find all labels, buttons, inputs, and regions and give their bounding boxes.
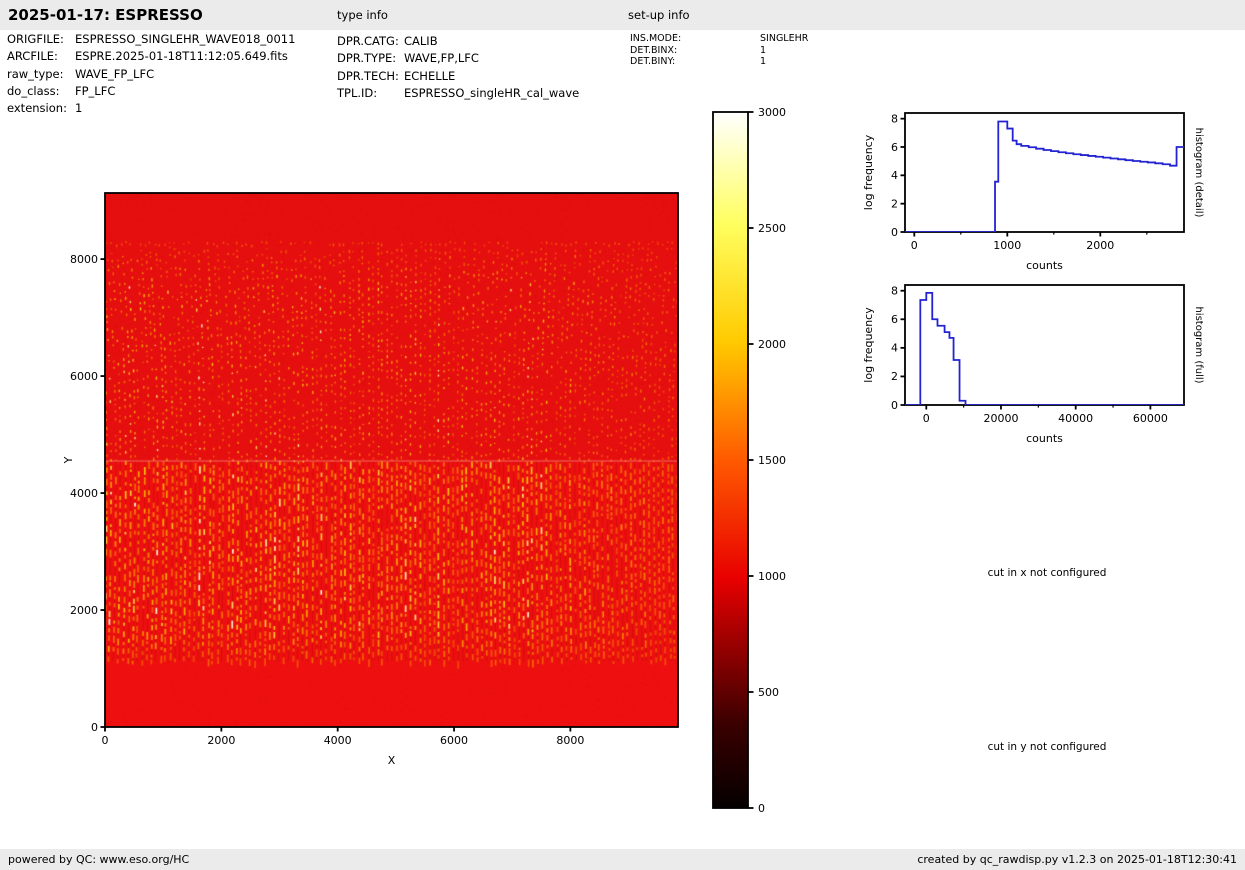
type-info-value: ECHELLE <box>404 69 455 83</box>
type-info-label: TPL.ID: <box>337 85 404 102</box>
svg-text:6: 6 <box>891 141 898 154</box>
file-info-value: ESPRE.2025-01-18T11:12:05.649.fits <box>75 49 288 63</box>
setup-info-header: set-up info <box>628 0 690 30</box>
setup-info-row: INS.MODE:SINGLEHR <box>630 33 808 45</box>
svg-text:4000: 4000 <box>70 487 98 500</box>
page-title: 2025-01-17: ESPRESSO <box>8 0 203 30</box>
type-info-value: CALIB <box>404 34 438 48</box>
file-info-row: raw_type:WAVE_FP_LFC <box>7 66 295 83</box>
svg-text:1000: 1000 <box>758 570 786 583</box>
svg-text:counts: counts <box>1026 259 1063 272</box>
file-info-row: extension:1 <box>7 100 295 117</box>
footer-created-by: created by qc_rawdisp.py v1.2.3 on 2025-… <box>917 849 1237 870</box>
svg-text:8: 8 <box>891 285 898 298</box>
svg-text:histogram (full): histogram (full) <box>1193 306 1204 383</box>
hist_full-line <box>905 293 1184 405</box>
svg-text:20000: 20000 <box>983 412 1018 425</box>
setup-info-label: INS.MODE: <box>630 33 760 45</box>
setup-info-value: SINGLEHR <box>760 33 808 44</box>
svg-text:500: 500 <box>758 686 779 699</box>
svg-text:8000: 8000 <box>556 734 584 747</box>
svg-text:Y: Y <box>62 456 75 464</box>
hist_detail-line <box>905 122 1184 233</box>
file-info-row: ARCFILE:ESPRE.2025-01-18T11:12:05.649.fi… <box>7 48 295 65</box>
svg-text:0: 0 <box>102 734 109 747</box>
hist_detail-plot: 0 1000 2000 0 2 4 6 8 counts log frequency histogr… <box>862 112 1204 272</box>
svg-text:4: 4 <box>891 342 898 355</box>
svg-text:6000: 6000 <box>70 370 98 383</box>
cut-in-x-note: cut in x not configured <box>988 567 1107 579</box>
svg-text:0: 0 <box>758 802 765 815</box>
type-info-header: type info <box>337 0 388 30</box>
type-info-row: DPR.TECH:ECHELLE <box>337 68 579 85</box>
type-info-label: DPR.TECH: <box>337 68 404 85</box>
type-info-label: DPR.CATG: <box>337 33 404 50</box>
svg-text:60000: 60000 <box>1133 412 1168 425</box>
type-info-value: ESPRESSO_singleHR_cal_wave <box>404 86 579 100</box>
type-info-value: WAVE,FP,LFC <box>404 51 479 65</box>
file-info-label: do_class: <box>7 83 75 100</box>
header-bar: 2025-01-17: ESPRESSO type info set-up in… <box>0 0 1245 30</box>
type-info-label: DPR.TYPE: <box>337 50 404 67</box>
file-info-row: ORIGFILE:ESPRESSO_SINGLEHR_WAVE018_0011 <box>7 31 295 48</box>
file-info-value: WAVE_FP_LFC <box>75 67 154 81</box>
svg-text:1500: 1500 <box>758 454 786 467</box>
svg-text:0: 0 <box>923 412 930 425</box>
svg-text:2: 2 <box>891 370 898 383</box>
type-info-block: DPR.CATG:CALIB DPR.TYPE:WAVE,FP,LFC DPR.… <box>337 33 579 102</box>
setup-info-block: INS.MODE:SINGLEHR DET.BINX:1 DET.BINY:1 <box>630 33 808 68</box>
footer-powered-by: powered by QC: www.eso.org/HC <box>8 849 189 870</box>
svg-text:8: 8 <box>891 112 898 125</box>
file-info-label: extension: <box>7 100 75 117</box>
file-info-label: raw_type: <box>7 66 75 83</box>
svg-text:4000: 4000 <box>324 734 352 747</box>
svg-text:2000: 2000 <box>758 338 786 351</box>
svg-text:histogram (detail): histogram (detail) <box>1193 128 1204 218</box>
setup-info-label: DET.BINY: <box>630 56 760 68</box>
svg-text:8000: 8000 <box>70 253 98 266</box>
colorbar: 0 500 1000 1500 2000 2500 3000 <box>713 106 786 815</box>
svg-text:0: 0 <box>911 239 918 252</box>
svg-text:4: 4 <box>891 169 898 182</box>
svg-text:log frequency: log frequency <box>862 307 875 383</box>
setup-info-row: DET.BINX:1 <box>630 45 808 57</box>
svg-text:0: 0 <box>891 399 898 412</box>
hist_full-plot: 0 20000 40000 60000 0 2 4 6 8 counts log frequency… <box>862 285 1204 445</box>
svg-text:X: X <box>388 754 396 767</box>
svg-text:6000: 6000 <box>440 734 468 747</box>
file-info-label: ORIGFILE: <box>7 31 75 48</box>
file-info-value: 1 <box>75 101 82 115</box>
svg-text:3000: 3000 <box>758 106 786 119</box>
svg-text:log frequency: log frequency <box>862 134 875 210</box>
svg-text:2000: 2000 <box>1086 239 1114 252</box>
svg-text:40000: 40000 <box>1058 412 1093 425</box>
type-info-row: TPL.ID:ESPRESSO_singleHR_cal_wave <box>337 85 579 102</box>
setup-info-value: 1 <box>760 56 766 67</box>
type-info-row: DPR.CATG:CALIB <box>337 33 579 50</box>
svg-text:2000: 2000 <box>70 604 98 617</box>
svg-text:2000: 2000 <box>207 734 235 747</box>
file-info-label: ARCFILE: <box>7 48 75 65</box>
cut-in-y-note: cut in y not configured <box>988 741 1107 753</box>
file-info-value: ESPRESSO_SINGLEHR_WAVE018_0011 <box>75 32 295 46</box>
qc-report-page: 2025-01-17: ESPRESSO type info set-up in… <box>0 0 1245 870</box>
svg-text:counts: counts <box>1026 432 1063 445</box>
svg-text:2500: 2500 <box>758 222 786 235</box>
svg-text:0: 0 <box>91 721 98 734</box>
svg-text:1000: 1000 <box>993 239 1021 252</box>
file-info-value: FP_LFC <box>75 84 115 98</box>
setup-info-label: DET.BINX: <box>630 45 760 57</box>
file-info-row: do_class:FP_LFC <box>7 83 295 100</box>
file-info-block: ORIGFILE:ESPRESSO_SINGLEHR_WAVE018_0011 … <box>7 31 295 117</box>
svg-text:2: 2 <box>891 197 898 210</box>
footer-bar: powered by QC: www.eso.org/HC created by… <box>0 849 1245 870</box>
setup-info-row: DET.BINY:1 <box>630 56 808 68</box>
svg-text:0: 0 <box>891 226 898 239</box>
svg-text:6: 6 <box>891 313 898 326</box>
setup-info-value: 1 <box>760 45 766 56</box>
raw-frame-image <box>105 193 678 727</box>
type-info-row: DPR.TYPE:WAVE,FP,LFC <box>337 50 579 67</box>
